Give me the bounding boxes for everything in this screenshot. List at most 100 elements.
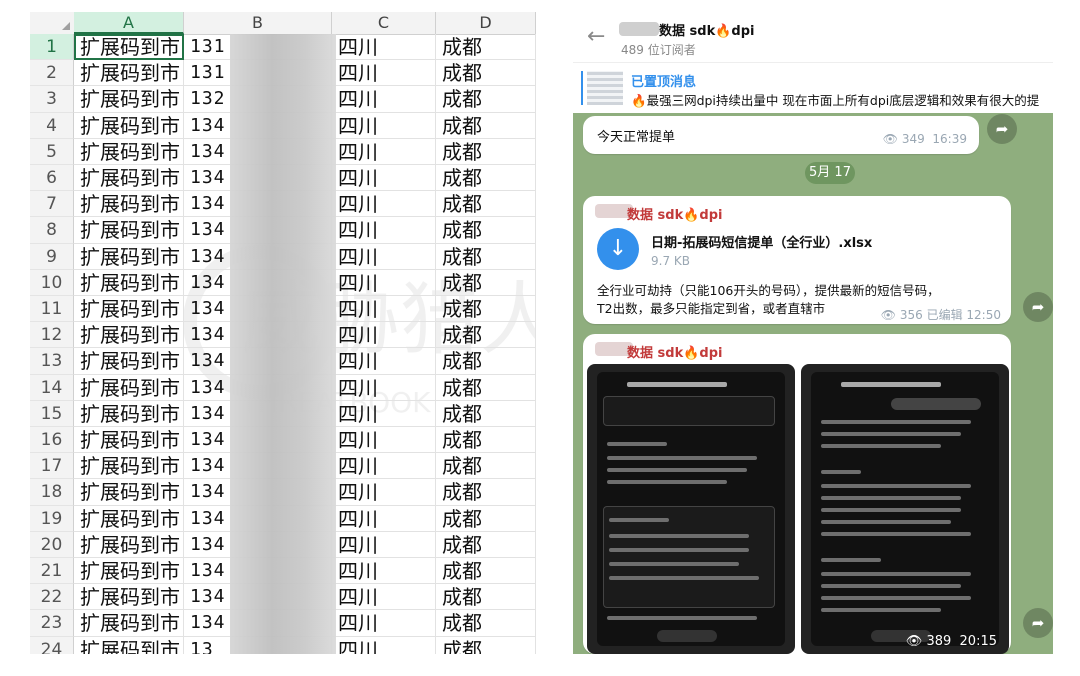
row-number[interactable]: 22	[30, 584, 74, 611]
cell-c[interactable]: 四川	[332, 610, 436, 637]
cell-d[interactable]: 成都	[436, 191, 536, 218]
cell-a[interactable]: 扩展码到市	[74, 505, 184, 532]
row-number[interactable]: 2	[30, 60, 74, 87]
cell-d[interactable]: 成都	[436, 427, 536, 454]
cell-a[interactable]: 扩展码到市	[74, 269, 184, 296]
cell-a[interactable]: 扩展码到市	[74, 322, 184, 349]
cell-d[interactable]: 成都	[436, 165, 536, 192]
cell-d[interactable]: 成都	[436, 505, 536, 532]
cell-c[interactable]: 四川	[332, 479, 436, 506]
row-number[interactable]: 5	[30, 138, 74, 165]
cell-c[interactable]: 四川	[332, 191, 436, 218]
row-number[interactable]: 3	[30, 86, 74, 113]
download-icon[interactable]: ↓	[597, 228, 639, 270]
row-number[interactable]: 16	[30, 427, 74, 454]
column-header-b[interactable]: B	[184, 12, 332, 34]
cell-c[interactable]: 四川	[332, 400, 436, 427]
cell-d[interactable]: 成都	[436, 138, 536, 165]
back-arrow-icon[interactable]: ←	[587, 24, 605, 49]
cell-a[interactable]: 扩展码到市	[74, 610, 184, 637]
cell-d[interactable]: 成都	[436, 479, 536, 506]
cell-c[interactable]: 四川	[332, 138, 436, 165]
cell-c[interactable]: 四川	[332, 531, 436, 558]
pinned-message[interactable]: 已置顶消息 🔥最强三网dpi持续出量中 现在市面上所有dpi底层逻辑和效果有很大…	[573, 62, 1053, 113]
cell-a[interactable]: 扩展码到市	[74, 479, 184, 506]
cell-a[interactable]: 扩展码到市	[74, 374, 184, 401]
cell-a[interactable]: 扩展码到市	[74, 243, 184, 270]
cell-d[interactable]: 成都	[436, 269, 536, 296]
message-sender[interactable]: 数据 sdk🔥dpi	[627, 342, 722, 361]
cell-a[interactable]: 扩展码到市	[74, 400, 184, 427]
photo-1[interactable]	[587, 364, 795, 654]
cell-d[interactable]: 成都	[436, 558, 536, 585]
cell-d[interactable]: 成都	[436, 86, 536, 113]
row-number[interactable]: 10	[30, 269, 74, 296]
channel-title[interactable]: 数据 sdk🔥dpi	[659, 20, 754, 39]
cell-c[interactable]: 四川	[332, 636, 436, 654]
cell-a[interactable]: 扩展码到市	[74, 60, 184, 87]
row-number[interactable]: 20	[30, 531, 74, 558]
cell-c[interactable]: 四川	[332, 505, 436, 532]
cell-c[interactable]: 四川	[332, 296, 436, 323]
cell-a[interactable]: 扩展码到市	[74, 558, 184, 585]
cell-c[interactable]: 四川	[332, 112, 436, 139]
row-number[interactable]: 9	[30, 243, 74, 270]
photo-message-bubble[interactable]: 数据 sdk🔥dpi 👁 389 20:15	[583, 334, 1011, 654]
cell-d[interactable]: 成都	[436, 374, 536, 401]
row-number[interactable]: 15	[30, 400, 74, 427]
share-button[interactable]: ➦	[987, 114, 1017, 144]
row-number[interactable]: 13	[30, 348, 74, 375]
cell-c[interactable]: 四川	[332, 86, 436, 113]
cell-a[interactable]: 扩展码到市	[74, 427, 184, 454]
cell-d[interactable]: 成都	[436, 531, 536, 558]
cell-d[interactable]: 成都	[436, 243, 536, 270]
row-number[interactable]: 12	[30, 322, 74, 349]
row-number[interactable]: 14	[30, 374, 74, 401]
cell-d[interactable]: 成都	[436, 348, 536, 375]
cell-c[interactable]: 四川	[332, 34, 436, 61]
cell-a[interactable]: 扩展码到市	[74, 531, 184, 558]
cell-c[interactable]: 四川	[332, 558, 436, 585]
message-bubble[interactable]: 今天正常提单 👁 349 16:39	[583, 116, 979, 154]
share-button[interactable]: ➦	[1023, 608, 1053, 638]
row-number[interactable]: 19	[30, 505, 74, 532]
cell-a[interactable]: 扩展码到市	[74, 86, 184, 113]
cell-a[interactable]: 扩展码到市	[74, 584, 184, 611]
photo-2[interactable]	[801, 364, 1009, 654]
cell-a[interactable]: 扩展码到市	[74, 636, 184, 654]
cell-c[interactable]: 四川	[332, 217, 436, 244]
cell-d[interactable]: 成都	[436, 453, 536, 480]
cell-d[interactable]: 成都	[436, 636, 536, 654]
row-number[interactable]: 1	[30, 34, 74, 61]
cell-d[interactable]: 成都	[436, 217, 536, 244]
cell-d[interactable]: 成都	[436, 610, 536, 637]
row-number[interactable]: 18	[30, 479, 74, 506]
cell-c[interactable]: 四川	[332, 269, 436, 296]
cell-a[interactable]: 扩展码到市	[74, 34, 184, 61]
cell-c[interactable]: 四川	[332, 165, 436, 192]
cell-c[interactable]: 四川	[332, 60, 436, 87]
cell-c[interactable]: 四川	[332, 584, 436, 611]
cell-d[interactable]: 成都	[436, 296, 536, 323]
file-name[interactable]: 日期-拓展码短信提单（全行业）.xlsx	[651, 232, 872, 251]
cell-c[interactable]: 四川	[332, 453, 436, 480]
row-number[interactable]: 8	[30, 217, 74, 244]
row-number[interactable]: 24	[30, 636, 74, 654]
row-number[interactable]: 21	[30, 558, 74, 585]
share-button[interactable]: ➦	[1023, 292, 1053, 322]
cell-d[interactable]: 成都	[436, 584, 536, 611]
cell-a[interactable]: 扩展码到市	[74, 112, 184, 139]
file-message-bubble[interactable]: 数据 sdk🔥dpi ↓ 日期-拓展码短信提单（全行业）.xlsx 9.7 KB…	[583, 196, 1011, 324]
cell-d[interactable]: 成都	[436, 34, 536, 61]
cell-d[interactable]: 成都	[436, 112, 536, 139]
cell-c[interactable]: 四川	[332, 427, 436, 454]
cell-c[interactable]: 四川	[332, 243, 436, 270]
cell-d[interactable]: 成都	[436, 60, 536, 87]
row-number[interactable]: 4	[30, 112, 74, 139]
row-number[interactable]: 11	[30, 296, 74, 323]
column-header-a[interactable]: A	[74, 12, 184, 34]
cell-d[interactable]: 成都	[436, 322, 536, 349]
cell-a[interactable]: 扩展码到市	[74, 138, 184, 165]
cell-a[interactable]: 扩展码到市	[74, 453, 184, 480]
row-number[interactable]: 6	[30, 165, 74, 192]
